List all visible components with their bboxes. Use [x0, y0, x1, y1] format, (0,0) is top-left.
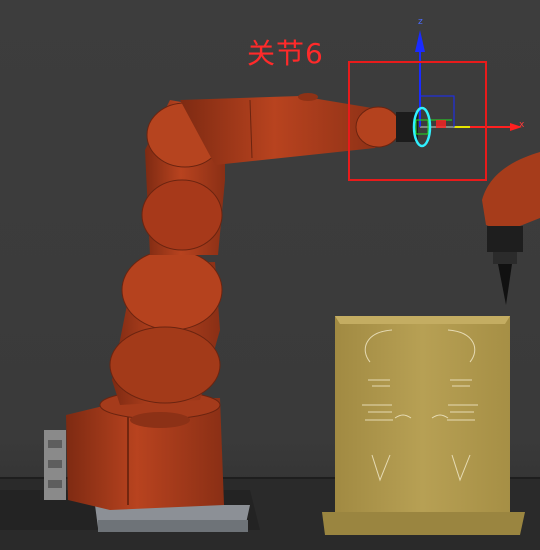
joint-label: 关节6	[247, 37, 324, 70]
cable-bracket	[44, 430, 66, 500]
secondary-robot-tool[interactable]	[482, 152, 540, 305]
axis-z-label: z	[418, 17, 423, 27]
joint-selection-box	[348, 61, 487, 181]
workpiece-box[interactable]	[322, 316, 525, 535]
axis-x-label: x	[519, 120, 525, 130]
3d-viewport[interactable]: 关节6 z x	[0, 0, 540, 550]
